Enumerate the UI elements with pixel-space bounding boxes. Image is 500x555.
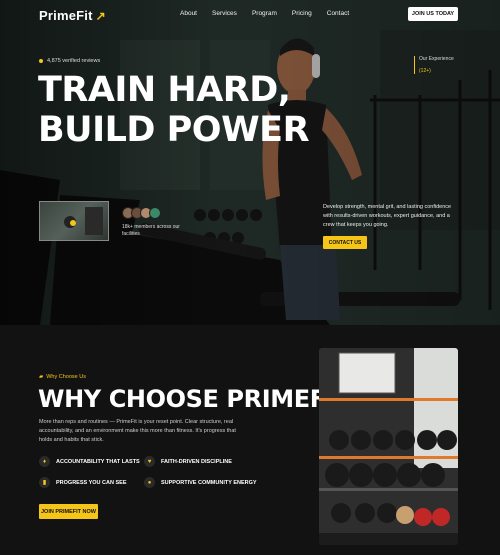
users-icon: ● [144,477,155,488]
heart-icon: ♥ [144,456,155,467]
hero-description: Develop strength, mental grit, and lasti… [323,204,452,228]
arrow-up-right-icon: ↗ [95,9,106,23]
reviews-text: 4,875 verified reviews [47,58,101,64]
nav-link-pricing[interactable]: Pricing [292,10,312,17]
reviews-badge: 4,875 verified reviews [39,58,100,64]
bar-chart-icon: ▮ [39,477,50,488]
avatar [149,207,161,219]
experience-badge: Our Experience (12+) [414,56,454,74]
play-icon [70,220,76,226]
feature-label: PROGRESS YOU CAN SEE [56,479,127,486]
feature-item: ▮ PROGRESS YOU CAN SEE [39,477,127,488]
member-avatars [122,207,161,219]
flame-icon: ♦ [39,456,50,467]
hero-section: PrimeFit ↗ About Services Program Pricing… [0,0,500,325]
experience-label: Our Experience [419,56,454,62]
thumbnail-image [64,207,103,235]
join-us-button[interactable]: JOIN US TODAY [408,7,458,21]
feature-item: ♥ FAITH-DRIVEN DISCIPLINE [144,456,232,467]
nav-link-about[interactable]: About [180,10,197,17]
video-thumbnail[interactable] [39,201,109,241]
feature-label: SUPPORTIVE COMMUNITY ENERGY [161,479,257,486]
section-tag: ▰ Why Choose Us [39,374,86,380]
brand-name: PrimeFit [39,8,93,23]
members-text: 18k+ members across our facilities [122,224,180,237]
section-description: More than reps and routines — PrimeFit i… [39,419,236,443]
dumbbell-rack-image [319,348,458,545]
brand-logo[interactable]: PrimeFit ↗ [39,8,106,23]
nav-link-program[interactable]: Program [252,10,277,17]
why-choose-section: ▰ Why Choose Us WHY CHOOSE PRIMEFIT? Mor… [0,325,500,555]
feature-item: ● SUPPORTIVE COMMUNITY ENERGY [144,477,257,488]
join-primefit-button[interactable]: JOIN PRIMEFIT NOW [39,504,98,519]
feature-label: FAITH-DRIVEN DISCIPLINE [161,458,232,465]
star-icon [39,59,43,63]
experience-value: (12+) [419,68,431,74]
headline-line-1: TRAIN HARD, [38,70,291,110]
headline-line-2: BUILD POWER [38,110,310,150]
nav-link-contact[interactable]: Contact [327,10,349,17]
section-title: WHY CHOOSE PRIMEFIT? [38,385,364,413]
top-navbar: PrimeFit ↗ About Services Program Pricing… [0,0,500,28]
hero-overlay [0,0,500,325]
feature-item: ♦ ACCOUNTABILITY THAT LASTS [39,456,140,467]
chart-icon: ▰ [39,374,44,380]
hero-headline: TRAIN HARD, BUILD POWER [38,70,310,150]
nav-link-services[interactable]: Services [212,10,237,17]
contact-us-button[interactable]: CONTACT US [323,236,367,249]
nav-links: About Services Program Pricing Contact [180,10,364,17]
feature-label: ACCOUNTABILITY THAT LASTS [56,458,140,465]
section-tag-label: Why Choose Us [46,374,86,380]
